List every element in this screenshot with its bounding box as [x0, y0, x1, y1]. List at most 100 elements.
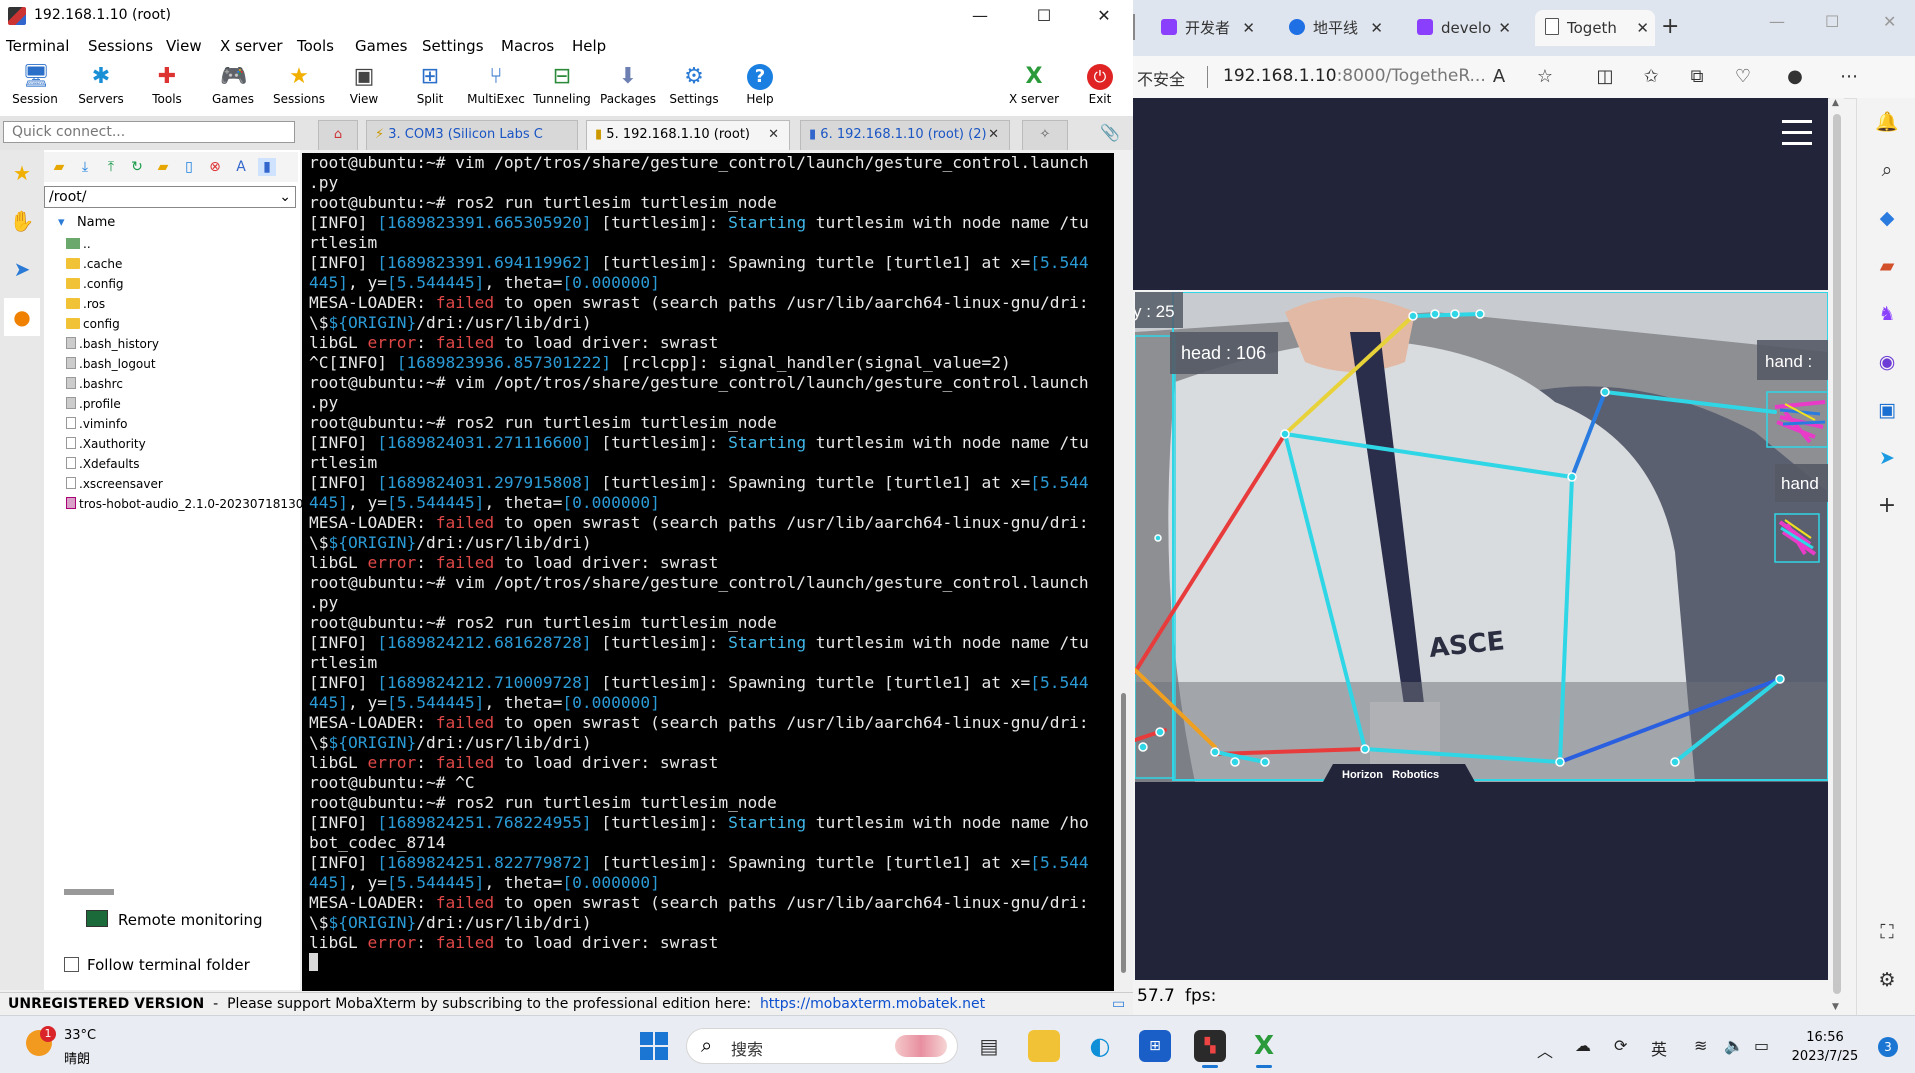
menu-terminal[interactable]: Terminal [6, 37, 69, 55]
permissions-icon[interactable]: ▮ [258, 158, 276, 176]
delete-icon[interactable]: ⊗ [206, 158, 224, 176]
file-item[interactable]: .config [66, 277, 124, 291]
close-icon[interactable]: ✕ [1883, 12, 1896, 31]
close-icon[interactable]: ✕ [1084, 4, 1124, 28]
file-item[interactable]: config [66, 317, 120, 331]
minimize-icon[interactable]: — [960, 4, 1000, 28]
tab-close-icon[interactable]: ✕ [1498, 10, 1511, 46]
games-icon[interactable]: ♞ [1875, 302, 1899, 326]
tab-com3[interactable]: ⚡ 3. COM3 (Silicon Labs C [366, 120, 578, 150]
mobaxterm-taskbar-icon[interactable]: ▚ [1194, 1030, 1226, 1068]
file-item[interactable]: .bash_history [66, 337, 159, 351]
wifi-icon[interactable]: ≋ [1694, 1036, 1707, 1055]
favorites-icon[interactable]: ✩ [1639, 66, 1663, 87]
shopping-tag-icon[interactable]: ◆ [1875, 206, 1899, 230]
maximize-icon[interactable]: ☐ [1825, 12, 1839, 31]
menu-sessions[interactable]: Sessions [88, 37, 153, 55]
file-item[interactable]: .. [66, 237, 91, 251]
help-button[interactable]: ? Help [729, 62, 791, 114]
servers-button[interactable]: ✱ Servers [70, 62, 132, 114]
favorite-star-icon[interactable]: ☆ [1533, 66, 1557, 87]
file-column-name-header[interactable]: ▾ Name [58, 215, 115, 230]
games-button[interactable]: 🎮 Games [202, 62, 264, 114]
edge-icon[interactable]: ◐ [1084, 1030, 1116, 1062]
follow-terminal-folder-checkbox[interactable]: Follow terminal folder [64, 956, 250, 974]
menu-settings[interactable]: Settings [422, 37, 484, 55]
sidebar-sftp-icon[interactable]: ● [4, 298, 40, 336]
browser-essentials-icon[interactable]: ♡ [1731, 66, 1755, 87]
store-icon[interactable]: ⊞ [1139, 1030, 1171, 1062]
onedrive-icon[interactable]: ☁ [1575, 1036, 1591, 1055]
file-item[interactable]: .xscreensaver [66, 477, 163, 491]
collections-icon[interactable]: ⧉ [1685, 66, 1709, 87]
screenshot-icon[interactable]: ⛶ [1875, 920, 1899, 944]
hamburger-menu-icon[interactable] [1782, 120, 1812, 146]
tab-session-6[interactable]: ▮ 6. 192.168.1.10 (root) (2) ✕ [800, 120, 1010, 150]
minimize-icon[interactable]: — [1769, 12, 1785, 31]
search-icon[interactable]: ⌕ [1875, 158, 1899, 182]
ime-indicator[interactable]: 英 [1651, 1036, 1667, 1060]
drop-icon[interactable]: ➤ [1875, 446, 1899, 470]
home-tab[interactable]: ⌂ [318, 120, 358, 150]
mobatek-link[interactable]: https://mobaxterm.mobatek.net [760, 996, 985, 1012]
copilot-icon[interactable]: ◉ [1875, 350, 1899, 374]
settings-button[interactable]: ⚙ Settings [663, 62, 725, 114]
session-button[interactable]: 🖥 Session [4, 62, 66, 114]
new-folder-icon[interactable]: ▰ [154, 158, 172, 176]
file-pane-scrollbar[interactable] [64, 889, 114, 895]
tab-close-icon[interactable]: ✕ [1242, 10, 1255, 46]
chevron-down-icon[interactable]: ⌄ [279, 187, 291, 207]
paperclip-icon[interactable]: 📎 [1100, 123, 1120, 142]
refresh-icon[interactable]: ↻ [128, 158, 146, 176]
split-button[interactable]: ⊞ Split [399, 62, 461, 114]
xlaunch-taskbar-icon[interactable]: X [1248, 1030, 1280, 1068]
tab-close-icon[interactable]: ✕ [1370, 10, 1383, 46]
new-tab-button[interactable]: ✧ [1022, 120, 1068, 150]
exit-button[interactable]: ⏻ Exit [1069, 62, 1131, 114]
task-view-icon[interactable]: ▤ [973, 1030, 1005, 1062]
remote-path-input[interactable]: /root/⌄ [44, 186, 296, 208]
browser-tab-1[interactable]: 开发者 ✕ [1161, 10, 1261, 46]
notification-badge[interactable]: 3 [1878, 1037, 1898, 1057]
file-explorer-icon[interactable] [1028, 1030, 1060, 1062]
bell-icon[interactable]: 🔔 [1875, 110, 1899, 134]
menu-xserver[interactable]: X server [220, 37, 283, 55]
toolbox-icon[interactable]: ▰ [1875, 254, 1899, 278]
sidebar-tools-icon[interactable]: ✋ [4, 202, 40, 240]
upload-icon[interactable]: ⤒ [102, 158, 120, 176]
volume-icon[interactable]: 🔈 [1724, 1036, 1744, 1055]
tray-expand-icon[interactable]: ︿ [1537, 1038, 1553, 1062]
file-item[interactable]: .ros [66, 297, 105, 311]
menu-tools[interactable]: Tools [297, 37, 334, 55]
terminal-scrollbar[interactable] [1114, 153, 1133, 991]
file-item[interactable]: .profile [66, 397, 121, 411]
tools-button[interactable]: ✚ Tools [136, 62, 198, 114]
file-item[interactable]: .bash_logout [66, 357, 156, 371]
scroll-up-icon[interactable]: ▲ [1832, 98, 1839, 108]
start-button[interactable] [640, 1032, 668, 1060]
scroll-thumb[interactable] [1833, 114, 1841, 994]
menu-view[interactable]: View [166, 37, 202, 55]
scroll-down-icon[interactable]: ▼ [1832, 1002, 1839, 1012]
parent-folder-icon[interactable]: ▰ [50, 158, 68, 176]
sessions-button[interactable]: ★ Sessions [268, 62, 330, 114]
view-button[interactable]: ▣ View [333, 62, 395, 114]
file-item[interactable]: .Xauthority [66, 437, 146, 451]
split-screen-icon[interactable]: ◫ [1593, 66, 1617, 87]
download-icon[interactable]: ⤓ [76, 158, 94, 176]
maximize-icon[interactable]: ☐ [1024, 4, 1064, 28]
tab-session-5[interactable]: ▮ 5. 192.168.1.10 (root) ✕ [586, 120, 790, 150]
tab-close-icon[interactable]: ✕ [1636, 10, 1649, 46]
browser-tab-2[interactable]: 地平线 ✕ [1289, 10, 1389, 46]
outlook-icon[interactable]: ▣ [1875, 398, 1899, 422]
tab-close-icon[interactable]: ✕ [988, 121, 999, 149]
new-tab-icon[interactable]: + [1661, 14, 1679, 39]
menu-games[interactable]: Games [355, 37, 407, 55]
terminal-output[interactable]: root@ubuntu:~# vim /opt/tros/share/gestu… [302, 153, 1114, 991]
tab-close-icon[interactable]: ✕ [768, 121, 779, 149]
url-input[interactable]: 192.168.1.10:8000/TogetheR... [1223, 66, 1486, 86]
remote-monitoring-button[interactable]: Remote monitoring [86, 910, 263, 929]
taskbar-clock[interactable]: 16:56 2023/7/25 [1790, 1028, 1860, 1066]
read-aloud-icon[interactable]: A [1487, 66, 1511, 87]
xserver-button[interactable]: XX server [1003, 62, 1065, 114]
